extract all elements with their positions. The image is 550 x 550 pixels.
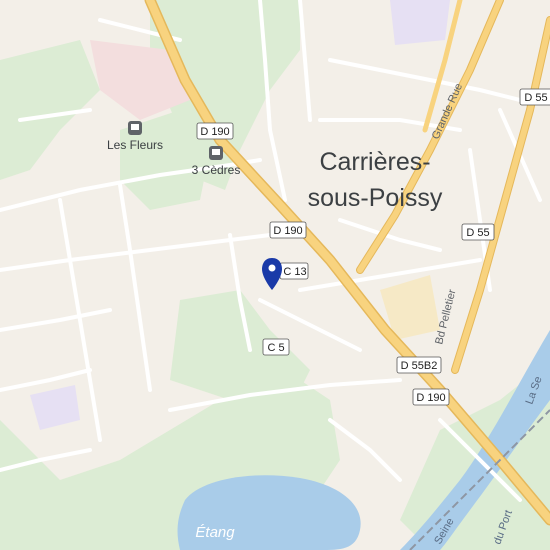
town-label-line2: sous-Poissy — [308, 184, 443, 212]
svg-text:C 13: C 13 — [283, 266, 306, 278]
road-shield-d190-bottom: D 190 — [412, 388, 450, 406]
water-label-etang: Étang — [195, 524, 235, 541]
road-shield-d190-top: D 190 — [196, 122, 234, 140]
svg-text:D 190: D 190 — [416, 392, 445, 404]
town-label-line1: Carrières- — [319, 148, 430, 176]
road-shield-c5: C 5 — [262, 338, 290, 356]
place-label-les-fleurs: Les Fleurs — [107, 138, 163, 152]
school-area-2 — [390, 0, 450, 45]
svg-text:C 5: C 5 — [267, 342, 284, 354]
road-shield-d190-mid: D 190 — [269, 221, 307, 239]
svg-text:D 190: D 190 — [273, 225, 302, 237]
svg-text:D 55B2: D 55B2 — [401, 360, 438, 372]
road-shield-d55-mid: D 55 — [461, 223, 495, 241]
place-label-3-cedres: 3 Cèdres — [192, 163, 241, 177]
map-view[interactable]: Les Fleurs 3 Cèdres Carrières- sous-Pois… — [0, 0, 550, 550]
svg-text:D 55: D 55 — [466, 227, 489, 239]
svg-text:D 55: D 55 — [524, 92, 547, 104]
map-canvas[interactable]: Les Fleurs 3 Cèdres Carrières- sous-Pois… — [0, 0, 550, 550]
road-shield-d55b2: D 55B2 — [396, 356, 442, 374]
road-shield-c13: C 13 — [279, 262, 309, 280]
road-shield-d55-top: D 55 — [519, 88, 550, 106]
svg-text:D 190: D 190 — [200, 126, 229, 138]
